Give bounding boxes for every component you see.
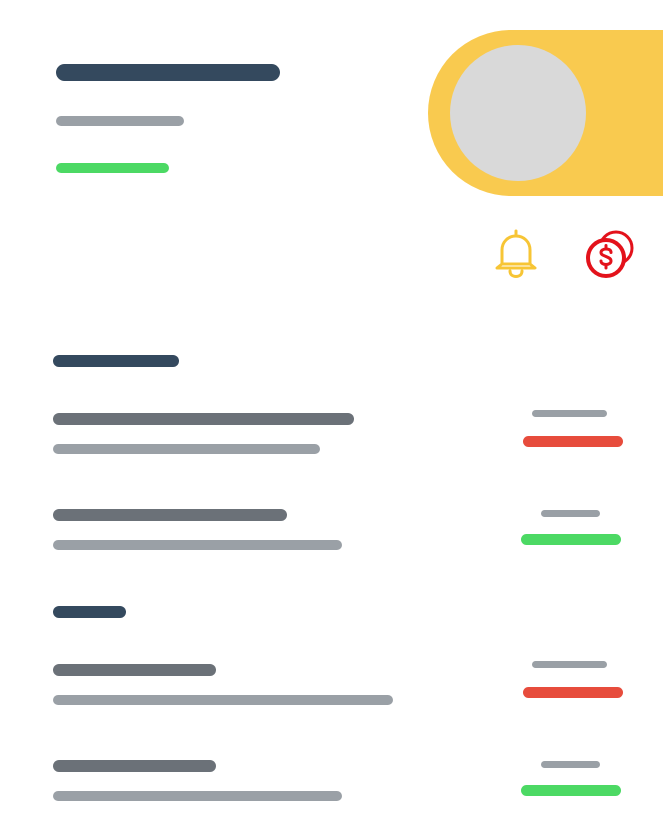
bell-icon[interactable] — [494, 228, 538, 278]
toggle-knob[interactable] — [450, 45, 586, 181]
item-amount-negative-placeholder — [523, 436, 623, 447]
item-subtitle-placeholder — [53, 695, 393, 705]
item-meta-placeholder — [532, 661, 607, 668]
item-title-placeholder — [53, 413, 354, 425]
item-title-placeholder — [53, 664, 216, 676]
profile-status-placeholder — [56, 163, 169, 173]
item-title-placeholder — [53, 509, 287, 521]
section-heading-placeholder — [53, 606, 126, 618]
profile-name-placeholder — [56, 64, 280, 81]
item-title-placeholder — [53, 760, 216, 772]
item-amount-positive-placeholder — [521, 785, 621, 796]
toggle-switch[interactable] — [428, 30, 663, 196]
item-amount-positive-placeholder — [521, 534, 621, 545]
item-subtitle-placeholder — [53, 444, 320, 454]
item-meta-placeholder — [541, 761, 600, 768]
item-subtitle-placeholder — [53, 791, 342, 801]
item-meta-placeholder — [541, 510, 600, 517]
profile-subtitle-placeholder — [56, 116, 184, 126]
dollar-coins-icon[interactable] — [584, 228, 638, 280]
section-heading-placeholder — [53, 355, 179, 367]
item-meta-placeholder — [532, 410, 607, 417]
item-amount-negative-placeholder — [523, 687, 623, 698]
item-subtitle-placeholder — [53, 540, 342, 550]
